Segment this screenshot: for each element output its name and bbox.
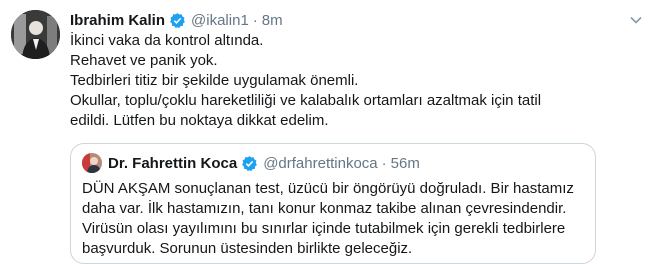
quoted-text-line: DÜN AKŞAM sonuçlanan test, üzücü bir öng…: [82, 180, 574, 197]
chevron-down-icon[interactable]: [628, 12, 644, 28]
separator-dot: ·: [252, 11, 258, 29]
tweet-text-line: Tedbirleri titiz bir şekilde uygulamak ö…: [70, 72, 359, 89]
quoted-author-handle: @drfahrettinkoca: [263, 154, 378, 172]
tweet-text-line: İkinci vaka da kontrol altında.: [70, 32, 264, 49]
tweet-text-line: edildi. Lütfen bu noktaya dikkat edelim.: [70, 112, 329, 129]
tweet-text-line: Rehavet ve panik yok.: [70, 52, 218, 69]
tweet-text-line: Okullar, toplu/çoklu hareketliliği ve ka…: [70, 92, 542, 109]
author-name[interactable]: Ibrahim Kalin: [70, 12, 165, 29]
tweet-header: Ibrahim Kalin @ikalin1 · 8m: [70, 9, 283, 31]
quoted-text-line: daha var. İlk hastamızın, tanı konur kon…: [82, 200, 567, 217]
quoted-tweet-timestamp: 56m: [390, 154, 420, 172]
verified-badge-icon: [169, 12, 186, 29]
quoted-text-line: başvurduk. Sorunun üstesinden birlikte g…: [82, 240, 413, 257]
quoted-text-line: Virüsün olası yayılımını bu sınırlar içi…: [82, 220, 566, 237]
quoted-tweet[interactable]: Dr. Fahrettin Koca @drfahrettinkoca · 56…: [70, 143, 596, 264]
author-handle[interactable]: @ikalin1: [191, 12, 249, 29]
quoted-author-name: Dr. Fahrettin Koca: [108, 154, 238, 172]
quoted-tweet-text: DÜN AKŞAM sonuçlanan test, üzücü bir öng…: [82, 179, 592, 259]
verified-badge-icon: [241, 155, 258, 172]
author-avatar[interactable]: [11, 10, 60, 59]
quoted-tweet-header: Dr. Fahrettin Koca @drfahrettinkoca · 56…: [82, 152, 420, 174]
separator-dot: ·: [381, 154, 387, 172]
tweet[interactable]: Ibrahim Kalin @ikalin1 · 8m İkinci vaka …: [0, 0, 670, 264]
quoted-author-avatar: [82, 153, 102, 173]
tweet-text: İkinci vaka da kontrol altında. Rehavet …: [70, 31, 650, 131]
tweet-timestamp[interactable]: 8m: [262, 12, 283, 29]
